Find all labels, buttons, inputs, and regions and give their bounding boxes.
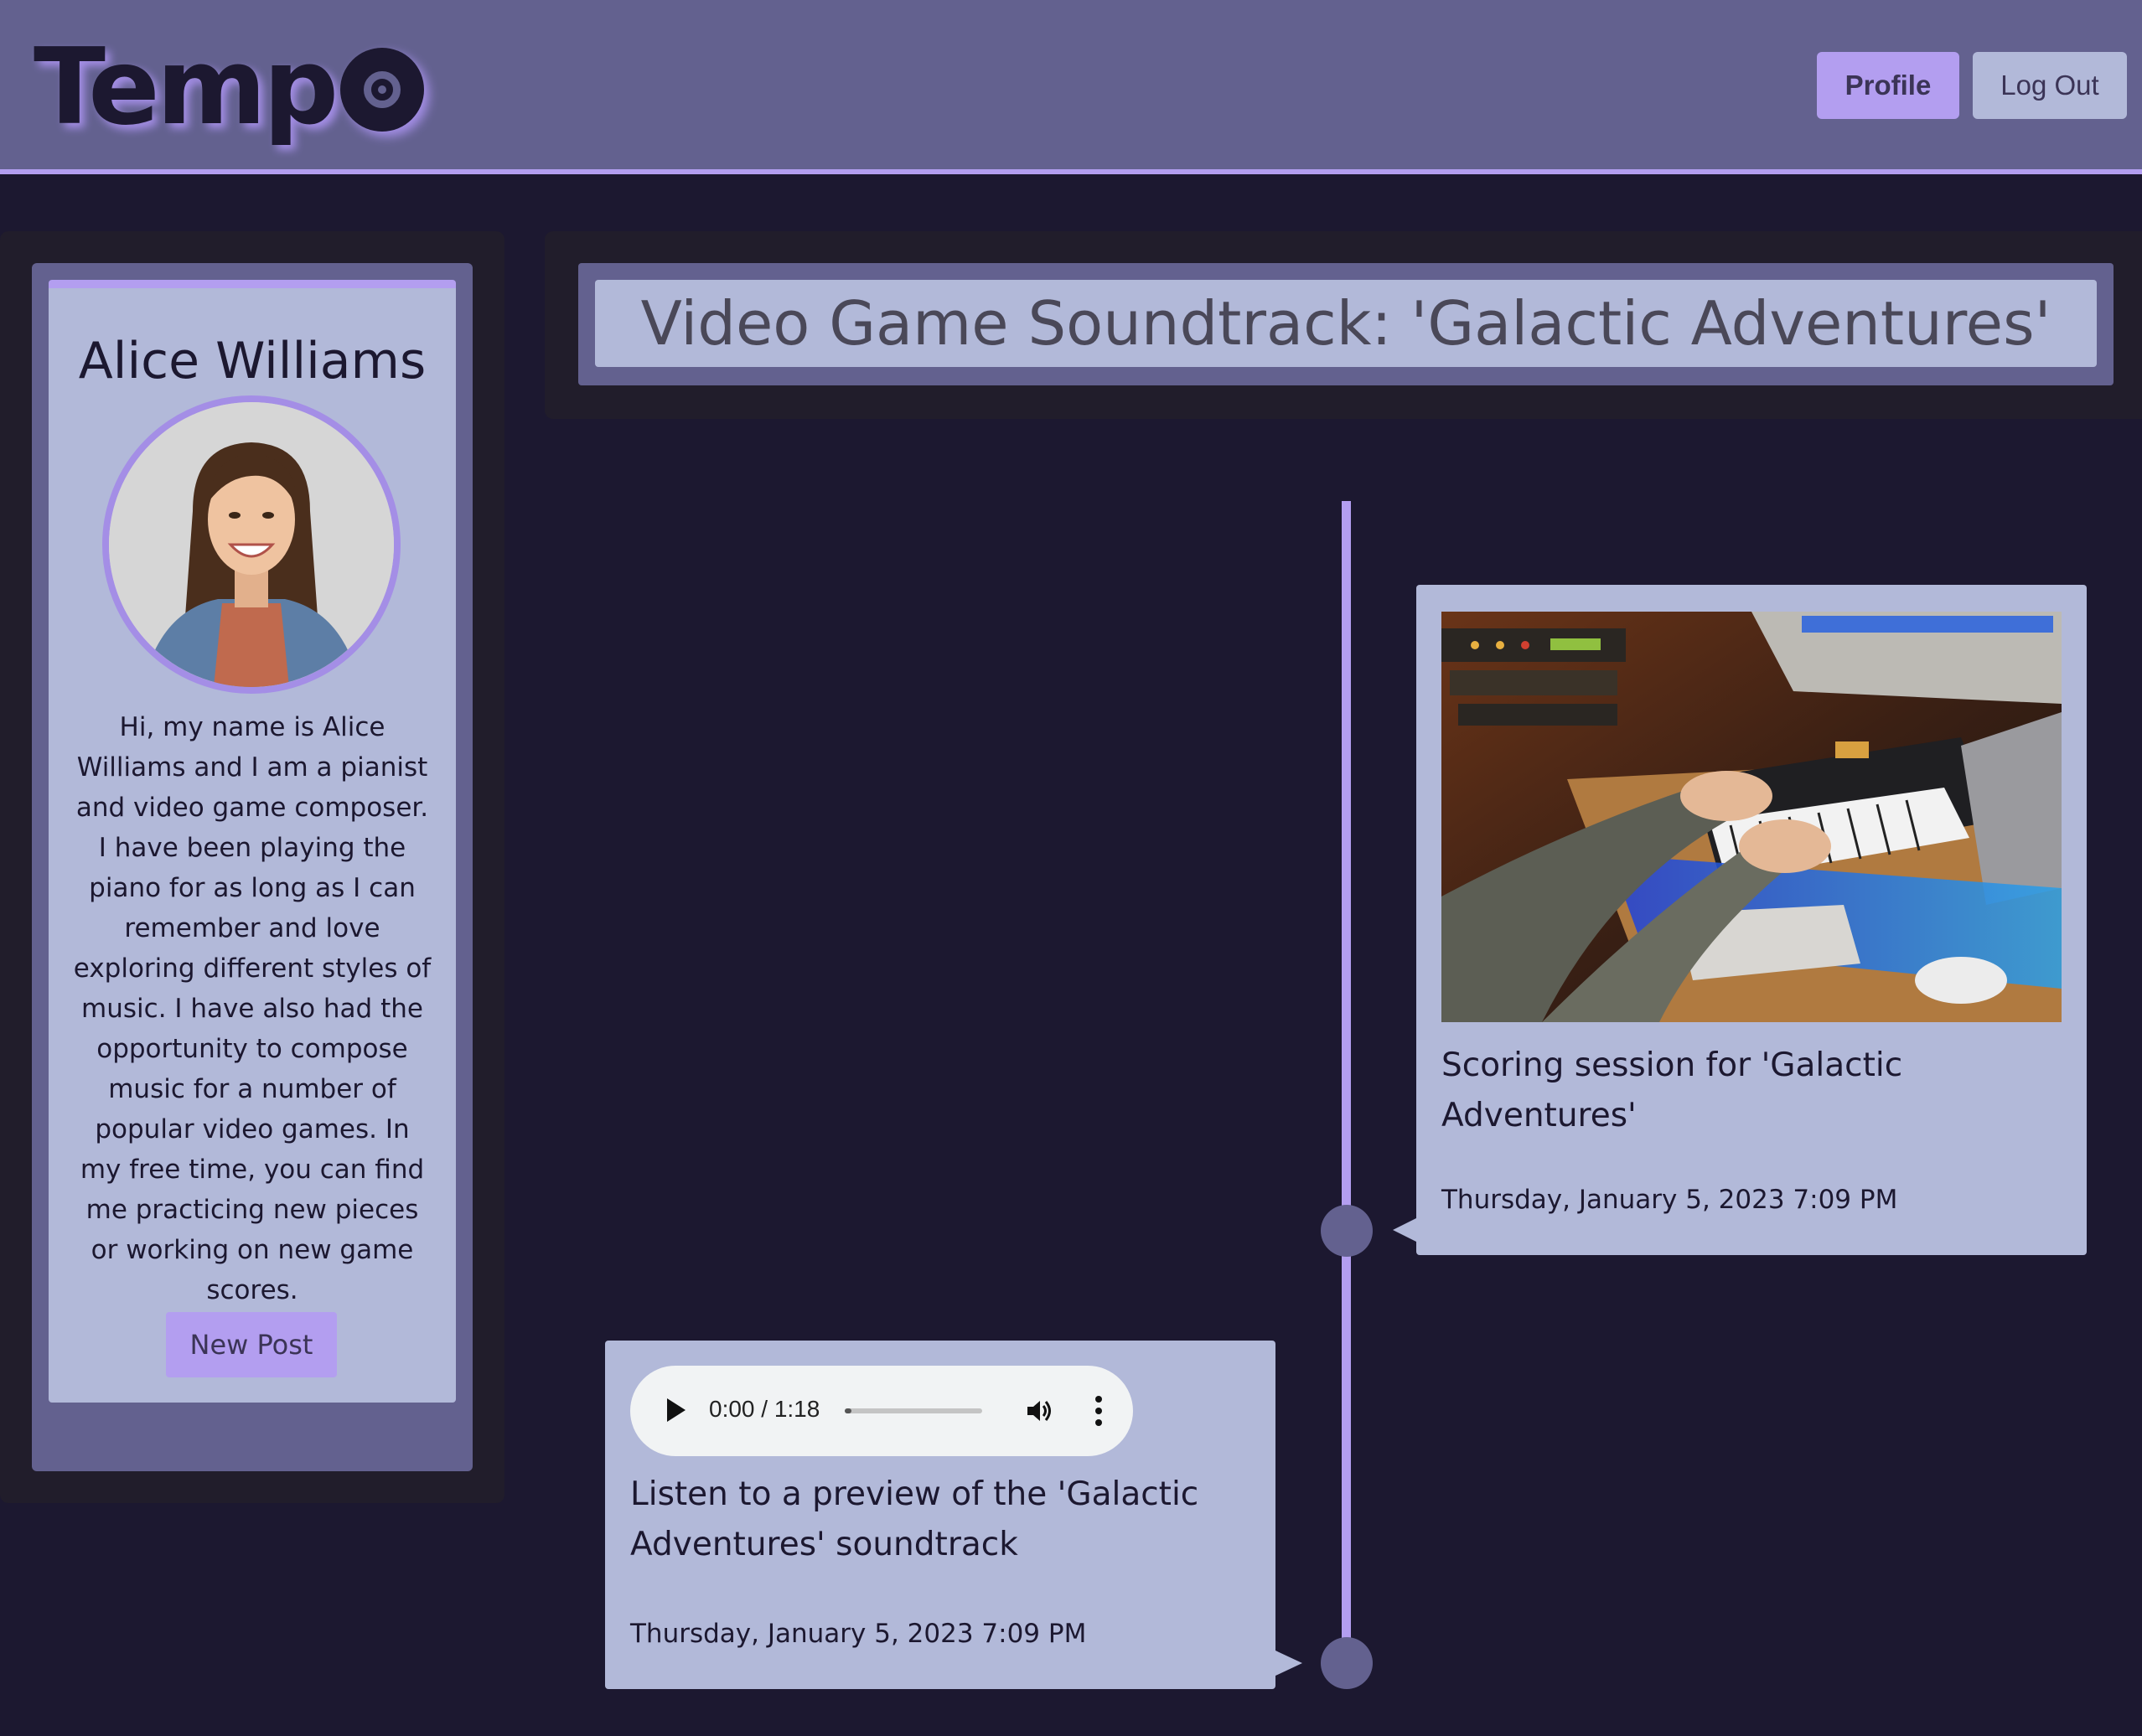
audio-time: 0:00 / 1:18 (709, 1396, 820, 1422)
new-post-button[interactable]: New Post (166, 1312, 337, 1377)
timeline-line (1342, 501, 1351, 1686)
profile-bio: Hi, my name is Alice Williams and I am a… (73, 712, 432, 1305)
page-title: Video Game Soundtrack: 'Galactic Adventu… (595, 280, 2097, 367)
post-date: Thursday, January 5, 2023 7:09 PM (1441, 1185, 1898, 1215)
logo-text: Temp (34, 24, 339, 148)
profile-name: Alice Williams (78, 332, 427, 390)
studio-keyboard-photo-icon (1441, 612, 2062, 1022)
logout-button[interactable]: Log Out (1973, 52, 2127, 119)
audio-progress (845, 1408, 852, 1413)
timeline-dot (1321, 1205, 1373, 1257)
more-options-icon[interactable] (1094, 1396, 1103, 1426)
profile-button[interactable]: Profile (1817, 52, 1959, 119)
post-caption: Listen to a preview of the 'Galactic Adv… (630, 1475, 1199, 1563)
avatar (102, 395, 401, 694)
post-pointer (1275, 1651, 1302, 1676)
post-pointer (1393, 1218, 1416, 1242)
avatar-portrait-icon (109, 402, 394, 687)
post-caption: Scoring session for 'Galactic Adventures… (1441, 1046, 1903, 1134)
timeline-post-audio: 0:00 / 1:18 Listen to a preview of the '… (605, 1341, 1302, 1689)
tempo-logo[interactable]: Temp (34, 23, 425, 149)
post-image[interactable] (1441, 612, 2062, 1022)
play-icon[interactable] (667, 1398, 686, 1422)
timeline-post-image: Scoring session for 'Galactic Adventures… (1393, 585, 2087, 1255)
timeline-dot (1321, 1637, 1373, 1689)
vinyl-disc-icon (340, 48, 425, 132)
top-header: Temp Profile Log Out (0, 0, 2142, 174)
audio-player: 0:00 / 1:18 (630, 1366, 1133, 1456)
post-date: Thursday, January 5, 2023 7:09 PM (630, 1619, 1087, 1649)
audio-seek-bar[interactable] (845, 1408, 982, 1413)
volume-icon[interactable] (1024, 1396, 1054, 1426)
profile-card: Alice Williams Hi, my name is Alice Will… (49, 280, 456, 1403)
